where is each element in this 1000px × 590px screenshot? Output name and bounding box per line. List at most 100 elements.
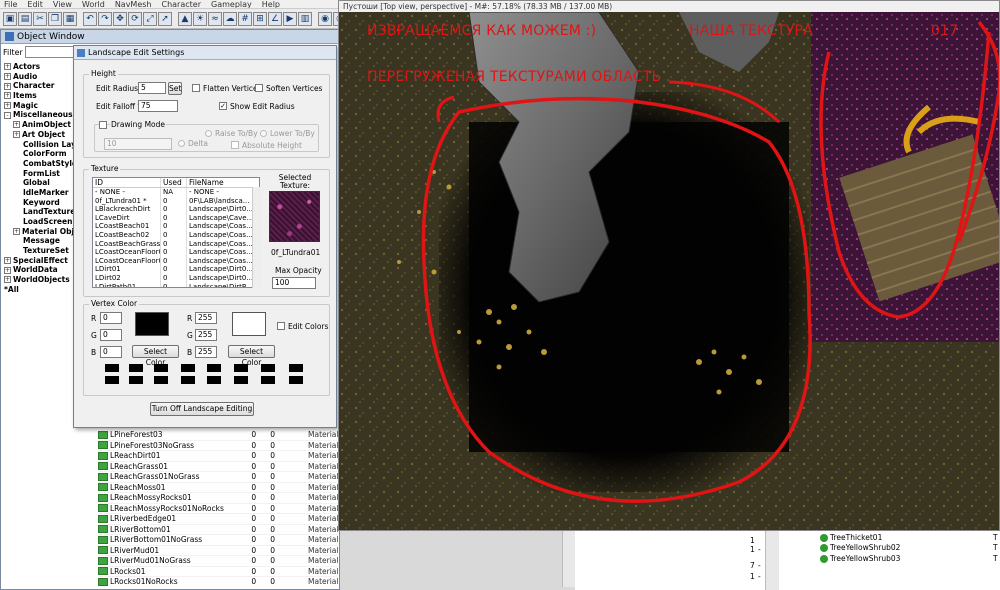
turn-off-landscape-editing-button[interactable]: Turn Off Landscape Editing [150, 402, 254, 416]
color-preset-swatch[interactable] [289, 376, 303, 384]
angle-icon[interactable]: ∠ [268, 11, 282, 26]
color-preset-swatch[interactable] [207, 376, 221, 384]
set-radius-button[interactable]: Set [168, 82, 182, 95]
flatten-vertices-checkbox[interactable] [192, 84, 200, 92]
color-preset-swatch[interactable] [129, 364, 143, 372]
save-icon[interactable]: ▤ [18, 11, 32, 26]
table-row[interactable]: LPineForest03 0 0 Material... [98, 430, 338, 441]
color-preset-swatch[interactable] [129, 376, 143, 384]
right-r-input[interactable]: 255 [195, 312, 217, 324]
tree-item[interactable]: + AnimObject [4, 120, 81, 130]
edit-colors-checkbox[interactable] [277, 322, 285, 330]
expand-icon[interactable]: + [4, 276, 11, 284]
tree-item[interactable]: - Miscellaneous [4, 110, 81, 120]
filter-input[interactable] [24, 46, 75, 58]
menu-item-help[interactable]: Help [262, 0, 280, 8]
paste-icon[interactable]: ▦ [63, 11, 77, 26]
texture-row[interactable]: LCoastBeach01 0 Landscape\Coas... [93, 222, 259, 231]
col-used-header[interactable]: Used [161, 178, 187, 187]
undo-icon[interactable]: ↶ [83, 11, 97, 26]
color-preset-swatch[interactable] [181, 364, 195, 372]
light-icon[interactable]: ☀ [193, 11, 207, 26]
tree-item[interactable]: + Magic [4, 101, 81, 111]
tree-item[interactable]: + WorldData [4, 265, 81, 275]
tree-item[interactable]: CombatStyle [4, 159, 81, 169]
table-row[interactable]: LReachGrass01 0 0 Material... [98, 462, 338, 472]
redo-icon[interactable]: ↷ [98, 11, 112, 26]
edit-radius-input[interactable]: 5 [138, 82, 166, 94]
expand-icon[interactable]: + [4, 73, 11, 81]
texture-row[interactable]: LCoastBeachGrass010Landscape\Coas... [93, 239, 259, 249]
table-row[interactable]: LPineForest03NoGrass 0 0 Material... [98, 441, 338, 451]
expand-icon[interactable]: + [13, 228, 20, 236]
absolute-height-checkbox[interactable] [231, 141, 239, 149]
chart-icon[interactable]: ▥ [298, 11, 312, 26]
tree-item[interactable]: + WorldObjects [4, 275, 81, 285]
texture-row[interactable]: LCoastOceanFloor01 0 Landscape\Coas... [93, 248, 259, 257]
max-opacity-input[interactable]: 100 [272, 277, 316, 289]
table-row[interactable]: LRiverBottom01NoGrass 0 0 Material... [98, 535, 338, 546]
delta-radio[interactable] [178, 140, 185, 147]
soften-vertices-checkbox[interactable] [255, 84, 263, 92]
texture-row[interactable]: LCaveDirt 0 Landscape\Cave... [93, 213, 259, 223]
grid-icon[interactable]: # [238, 11, 252, 26]
expand-icon[interactable]: + [4, 63, 11, 71]
sky-icon[interactable]: ☁ [223, 11, 237, 26]
menu-item-world[interactable]: World [82, 0, 105, 8]
collapse-icon[interactable]: - [4, 111, 11, 119]
menu-item-view[interactable]: View [53, 0, 72, 8]
tree-item[interactable]: + Actors [4, 62, 81, 72]
color-preset-swatch[interactable] [261, 364, 275, 372]
tree-item[interactable]: Message [4, 236, 81, 246]
texture-table[interactable]: ID Used FileName - NONE - NA - NONE -0f_LT… [92, 177, 260, 288]
move-icon[interactable]: ✥ [113, 11, 127, 26]
texture-row[interactable]: LBlackreachDirt 0 Landscape\Dirt0... [93, 205, 259, 214]
tree-item[interactable]: + SpecialEffect [4, 256, 81, 266]
menu-item-navmesh[interactable]: NavMesh [115, 0, 152, 8]
tree-item[interactable]: LoadScreen [4, 217, 81, 227]
texture-row[interactable]: 0f_LTundra01 * 0 0F\LAB\landsca... [93, 196, 259, 206]
color-preset-swatch[interactable] [261, 376, 275, 384]
tree-item[interactable]: ColorForm [4, 149, 81, 159]
expand-icon[interactable]: + [4, 82, 11, 90]
tree-item[interactable]: Collision Layer [4, 140, 81, 150]
left-b-input[interactable]: 0 [100, 346, 122, 358]
expand-icon[interactable]: + [13, 131, 20, 139]
color-preset-swatch[interactable] [181, 376, 195, 384]
drawing-value-input[interactable]: 10 [104, 138, 172, 150]
texture-row[interactable]: LDirtPath01 0 Landscape\DirtP... [93, 282, 259, 287]
color-preset-swatch[interactable] [234, 376, 248, 384]
menu-item-file[interactable]: File [4, 0, 17, 8]
water-icon[interactable]: ≈ [208, 11, 222, 26]
render-icon[interactable]: ◉ [318, 11, 332, 26]
left-r-input[interactable]: 0 [100, 312, 122, 324]
secondary-list-scrollbar[interactable] [765, 531, 779, 590]
tree-item[interactable]: + Items [4, 91, 81, 101]
table-row[interactable]: LRocks01 0 0 Material... [98, 567, 338, 577]
table-row[interactable]: LReachMossyRocks01NoRocks 0 0 Material... [98, 504, 338, 514]
color-preset-swatch[interactable] [154, 364, 168, 372]
color-preset-swatch[interactable] [234, 364, 248, 372]
texture-row[interactable]: LCoastOceanFloor0...0Landscape\Coas... [93, 256, 259, 266]
table-row[interactable]: LReachGrass01NoGrass 0 0 Material... [98, 472, 338, 483]
color-preset-swatch[interactable] [207, 364, 221, 372]
tree-item[interactable]: Keyword [4, 198, 81, 208]
scale-icon[interactable]: ⤢ [143, 11, 157, 26]
select-color-left-button[interactable]: Select Color [132, 345, 179, 367]
render-viewport[interactable]: Пустоши [Top view, perspective] - M#: 57… [338, 0, 1000, 531]
tree-item[interactable]: Global [4, 178, 81, 188]
copy-icon[interactable]: ❐ [48, 11, 62, 26]
open-icon[interactable]: ▣ [3, 11, 17, 26]
tree-item[interactable]: + Art Object [4, 130, 81, 140]
lower-radio[interactable] [260, 130, 267, 137]
table-row[interactable]: LRocks01NoRocks 0 0 Material... [98, 577, 338, 587]
tree-item[interactable]: + Material Object [4, 227, 81, 237]
expand-icon[interactable]: + [4, 257, 11, 265]
table-row[interactable]: LReachMossyRocks01 0 0 Material... [98, 493, 338, 504]
texture-row[interactable]: LDirt01 0 Landscape\Dirt0... [93, 265, 259, 274]
menu-item-edit[interactable]: Edit [27, 0, 43, 8]
table-row[interactable]: LRiverbedEdge01 0 0 Material... [98, 514, 338, 525]
tree-item[interactable]: TextureSet [4, 246, 81, 256]
texture-row[interactable]: LCoastBeach02 0 Landscape\Coas... [93, 230, 259, 240]
table-row[interactable]: LRiverBottom01 0 0 Material... [98, 525, 338, 535]
